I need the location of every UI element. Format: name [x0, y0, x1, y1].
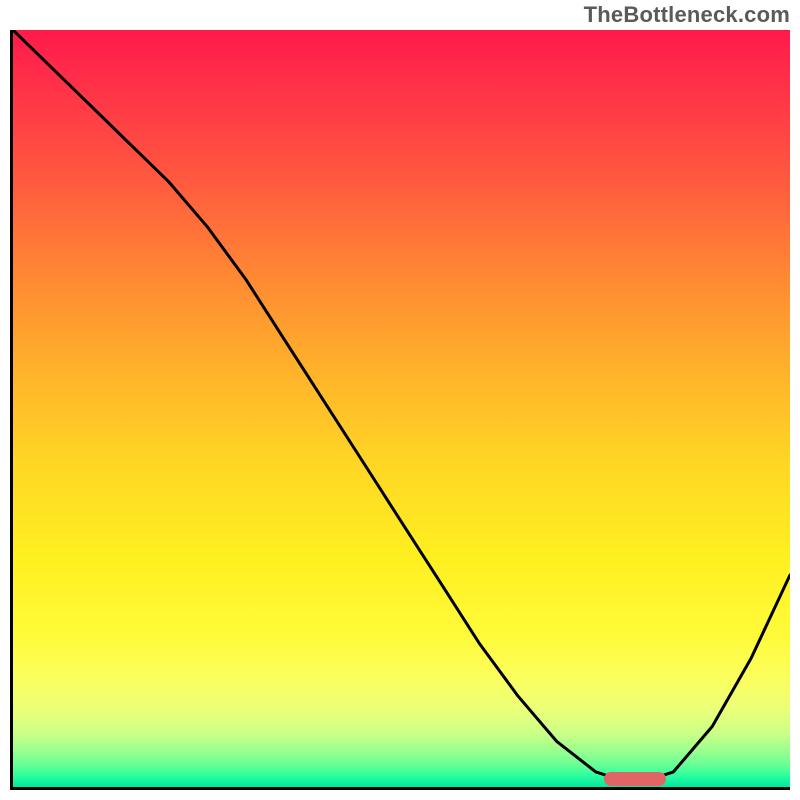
chart-container: TheBottleneck.com: [0, 0, 800, 800]
watermark-text: TheBottleneck.com: [584, 2, 790, 28]
curve-layer: [13, 30, 790, 787]
plot-area: [10, 30, 790, 790]
optimal-marker: [604, 772, 666, 786]
bottleneck-curve-path: [13, 30, 790, 779]
